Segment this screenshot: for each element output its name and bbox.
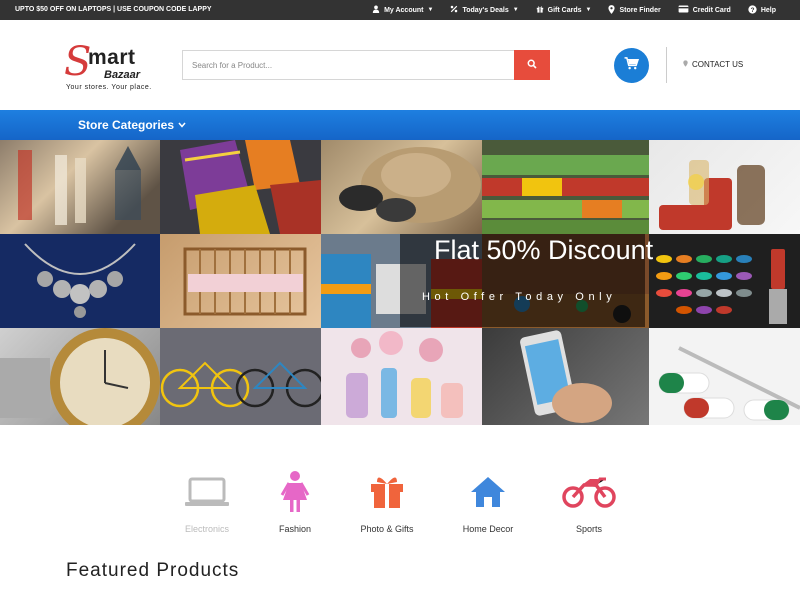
category-label: Fashion <box>278 524 312 534</box>
credit-card-icon <box>678 5 689 15</box>
category-label: Electronics <box>184 524 229 534</box>
caret-down-icon: ▼ <box>427 7 434 13</box>
vegetables-image <box>482 140 649 234</box>
logo-bazaar: Bazaar <box>104 69 141 81</box>
category-label: Home Decor <box>462 524 514 534</box>
laptop-icon <box>162 470 252 514</box>
site-logo[interactable]: S mart Bazaar Your stores. Your place. <box>64 42 154 94</box>
bags-image <box>160 140 321 234</box>
logo-tagline: Your stores. Your place. <box>66 84 152 91</box>
category-home-decor[interactable]: Home Decor <box>443 470 533 534</box>
perfume-bottles-image <box>321 328 482 425</box>
woman-icon <box>250 470 340 514</box>
search-button[interactable] <box>514 50 550 80</box>
top-bar: UPTO $50 OFF ON LAPTOPS | USE COUPON COD… <box>0 0 800 20</box>
smartphone-image <box>482 328 649 425</box>
chevron-down-icon <box>178 120 186 130</box>
crib-image <box>160 234 321 328</box>
top-links: My Account ▼ Today's Deals ▼ Gift Cards … <box>355 0 776 20</box>
percent-icon <box>450 5 458 15</box>
home-icon <box>443 470 533 514</box>
hero-subtitle: Hot Offer Today Only <box>422 291 617 303</box>
credit-card-link[interactable]: Credit Card <box>678 0 731 20</box>
hat-sunglasses-image <box>321 140 482 234</box>
gift-icon <box>536 5 544 15</box>
store-finder-link[interactable]: Store Finder <box>608 0 661 20</box>
watch-image <box>0 328 160 425</box>
mall-image <box>0 140 160 234</box>
featured-products-heading: Featured Products <box>66 560 240 581</box>
promo-text: UPTO $50 OFF ON LAPTOPS | USE COUPON COD… <box>15 6 212 13</box>
category-electronics[interactable]: Electronics <box>162 470 252 534</box>
search-box <box>182 50 550 80</box>
coca-cola-image <box>649 140 800 234</box>
header-divider <box>666 47 667 83</box>
store-categories-dropdown[interactable]: Store Categories <box>78 118 186 132</box>
user-icon <box>372 5 380 15</box>
question-circle-icon: ? <box>748 4 757 16</box>
store-categories-bar: Store Categories <box>0 110 800 140</box>
svg-text:?: ? <box>750 6 754 13</box>
my-account-link[interactable]: My Account ▼ <box>372 0 433 20</box>
category-label: Sports <box>575 524 602 534</box>
category-sports[interactable]: Sports <box>544 470 634 534</box>
contact-us-link[interactable]: CONTACT US <box>683 60 743 69</box>
gift-icon <box>342 470 432 514</box>
map-marker-icon <box>683 60 688 69</box>
caret-down-icon: ▼ <box>585 7 592 13</box>
cart-button[interactable] <box>614 48 649 83</box>
gift-cards-link[interactable]: Gift Cards ▼ <box>536 0 592 20</box>
category-fashion[interactable]: Fashion <box>250 470 340 534</box>
category-icons: Electronics Fashion Photo & Gifts Home D… <box>0 470 800 540</box>
search-input[interactable] <box>183 51 515 79</box>
map-pin-icon <box>608 4 616 16</box>
eyeshadow-palette-image <box>649 234 800 328</box>
shopping-cart-icon <box>624 56 640 75</box>
motorcycle-icon <box>544 470 634 514</box>
search-icon <box>527 56 537 74</box>
pills-thermometer-image <box>649 328 800 425</box>
hero-title: Flat 50% Discount <box>434 235 654 265</box>
caret-down-icon: ▼ <box>512 7 519 13</box>
logo-mart: mart <box>88 46 136 69</box>
category-photo-gifts[interactable]: Photo & Gifts <box>342 470 432 534</box>
necklace-image <box>0 234 160 328</box>
category-label: Photo & Gifts <box>360 524 414 534</box>
bicycles-image <box>160 328 321 425</box>
help-link[interactable]: ? Help <box>748 0 776 20</box>
todays-deals-link[interactable]: Today's Deals ▼ <box>450 0 519 20</box>
site-header: S mart Bazaar Your stores. Your place. C… <box>0 20 800 110</box>
